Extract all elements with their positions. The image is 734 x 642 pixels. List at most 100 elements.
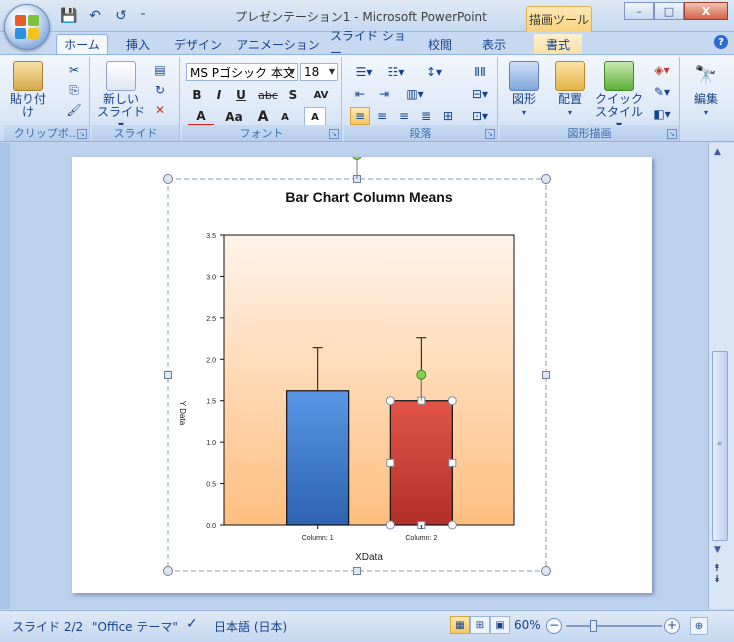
- drawing-launcher-icon[interactable]: ↘: [667, 129, 677, 139]
- line-spacing-icon[interactable]: ↕▾: [420, 63, 448, 81]
- bar-corner-handle[interactable]: [447, 396, 457, 406]
- layout-icon[interactable]: ▤: [150, 61, 170, 79]
- shadow-button[interactable]: S: [284, 85, 302, 105]
- frame-side-handle[interactable]: [542, 371, 550, 379]
- slide-thumbnail-strip[interactable]: [0, 143, 10, 609]
- scroll-up-icon[interactable]: ▲: [714, 147, 721, 157]
- smartart-icon[interactable]: ⊡▾: [466, 107, 494, 125]
- paste-button[interactable]: 貼り付け: [8, 61, 48, 119]
- zoom-in-button[interactable]: +: [664, 618, 680, 634]
- tab-home[interactable]: ホーム: [56, 34, 108, 54]
- columns-icon[interactable]: ▥▾: [400, 85, 430, 103]
- clear-format-button[interactable]: A: [304, 107, 326, 127]
- reset-icon[interactable]: ↻: [150, 81, 170, 99]
- office-button[interactable]: [4, 4, 50, 50]
- italic-button[interactable]: I: [210, 85, 228, 105]
- normal-view-button[interactable]: ▦: [450, 616, 470, 634]
- tab-animation[interactable]: アニメーション: [236, 34, 320, 54]
- increase-indent-icon[interactable]: ⇥: [374, 85, 394, 103]
- format-painter-icon[interactable]: 🖌: [64, 101, 84, 119]
- maximize-button[interactable]: □: [654, 2, 684, 20]
- underline-button[interactable]: U: [232, 85, 250, 105]
- quick-styles-button[interactable]: クイック スタイル ▾: [594, 61, 644, 132]
- shape-outline-icon[interactable]: ✎▾: [648, 83, 676, 101]
- shape-fill-icon[interactable]: ◈▾: [648, 61, 676, 79]
- new-slide-button[interactable]: 新しい スライド ▾: [94, 61, 148, 132]
- zoom-out-button[interactable]: −: [546, 618, 562, 634]
- zoom-level[interactable]: 60%: [514, 618, 541, 632]
- tab-slideshow[interactable]: スライド ショー: [330, 29, 406, 60]
- bar-2[interactable]: [389, 400, 453, 526]
- bar-corner-handle[interactable]: [447, 520, 457, 530]
- decrease-indent-icon[interactable]: ⇤: [350, 85, 370, 103]
- frame-corner-handle[interactable]: [541, 174, 551, 184]
- fit-slide-icon[interactable]: ⊕: [690, 617, 708, 635]
- redo-icon[interactable]: ↺: [110, 6, 132, 26]
- shrink-font-button[interactable]: A: [276, 107, 294, 127]
- slide-canvas[interactable]: Bar Chart Column Means 0.0 0.5 1.0 1.5 2.0 2.…: [72, 157, 652, 593]
- language[interactable]: 日本語 (日本): [214, 618, 287, 635]
- bar-rotate-handle[interactable]: [416, 369, 427, 380]
- frame-corner-handle[interactable]: [541, 566, 551, 576]
- font-launcher-icon[interactable]: ↘: [329, 129, 339, 139]
- delete-slide-icon[interactable]: ✕: [150, 101, 170, 119]
- align-center-icon[interactable]: ≡: [372, 107, 392, 125]
- tab-insert[interactable]: 挿入: [118, 34, 158, 54]
- undo-icon[interactable]: ↶: [84, 6, 106, 26]
- strikethrough-button[interactable]: abc: [256, 85, 280, 105]
- editing-button[interactable]: 🔭 編集 ▾: [686, 61, 726, 119]
- align-right-icon[interactable]: ≡: [394, 107, 414, 125]
- numbering-icon[interactable]: ☷▾: [382, 63, 410, 81]
- zoom-slider-track[interactable]: [566, 625, 662, 627]
- char-spacing-button[interactable]: AV: [306, 85, 336, 105]
- copy-icon[interactable]: ⎘: [64, 81, 84, 99]
- paragraph-launcher-icon[interactable]: ↘: [485, 129, 495, 139]
- minimize-button[interactable]: –: [624, 2, 654, 20]
- change-case-button[interactable]: Aa: [220, 107, 248, 127]
- customize-qat-icon[interactable]: ⁼: [136, 6, 150, 26]
- slideshow-view-button[interactable]: ▣: [490, 616, 510, 634]
- zoom-slider-thumb[interactable]: [590, 620, 597, 632]
- spellcheck-icon[interactable]: ✓: [186, 616, 198, 632]
- tab-format[interactable]: 書式: [534, 34, 582, 54]
- bar-1[interactable]: [286, 390, 350, 526]
- clipboard-launcher-icon[interactable]: ↘: [77, 129, 87, 139]
- bar-corner-handle[interactable]: [385, 396, 395, 406]
- cut-icon[interactable]: ✂: [64, 61, 84, 79]
- distribute-icon[interactable]: ⊞: [438, 107, 458, 125]
- chart-rotate-handle[interactable]: [352, 157, 362, 160]
- text-direction-icon[interactable]: ⅡⅡ: [466, 63, 494, 81]
- font-name-combo[interactable]: MS Pゴシック 本文 ▼: [186, 63, 298, 81]
- chart[interactable]: Bar Chart Column Means 0.0 0.5 1.0 1.5 2.0 2.…: [72, 157, 652, 593]
- tab-review[interactable]: 校閲: [420, 34, 460, 54]
- shape-effects-icon[interactable]: ◧▾: [648, 105, 676, 123]
- bar-corner-handle[interactable]: [385, 520, 395, 530]
- bold-button[interactable]: B: [188, 85, 206, 105]
- arrange-button[interactable]: 配置 ▾: [548, 61, 592, 119]
- scroll-thumb[interactable]: ≡: [712, 351, 728, 541]
- bar-side-handle[interactable]: [448, 458, 457, 467]
- font-color-button[interactable]: A: [188, 107, 214, 127]
- slide-sorter-button[interactable]: ⊞: [470, 616, 490, 634]
- bullets-icon[interactable]: ☰▾: [350, 63, 378, 81]
- frame-side-handle[interactable]: [164, 371, 172, 379]
- vertical-scrollbar[interactable]: ▲ ≡ ▼ ⯭ ⯯: [708, 143, 734, 609]
- arrange-icon: [555, 61, 585, 91]
- align-text-icon[interactable]: ⊟▾: [466, 85, 494, 103]
- frame-side-handle[interactable]: [353, 567, 361, 575]
- tab-design[interactable]: デザイン: [170, 34, 226, 54]
- tab-view[interactable]: 表示: [474, 34, 514, 54]
- prev-next-slide-icon[interactable]: ⯭ ⯯: [714, 563, 720, 585]
- shapes-button[interactable]: 図形 ▾: [502, 61, 546, 119]
- close-button[interactable]: X: [684, 2, 728, 20]
- frame-corner-handle[interactable]: [163, 174, 173, 184]
- help-icon[interactable]: ?: [714, 35, 728, 49]
- scroll-down-icon[interactable]: ▼: [714, 545, 721, 555]
- justify-icon[interactable]: ≣: [416, 107, 436, 125]
- bar-side-handle[interactable]: [386, 458, 395, 467]
- frame-corner-handle[interactable]: [163, 566, 173, 576]
- grow-font-button[interactable]: A: [254, 107, 272, 127]
- save-icon[interactable]: 💾: [58, 6, 80, 26]
- font-size-combo[interactable]: 18 ▼: [300, 63, 338, 81]
- align-left-icon[interactable]: ≡: [350, 107, 370, 125]
